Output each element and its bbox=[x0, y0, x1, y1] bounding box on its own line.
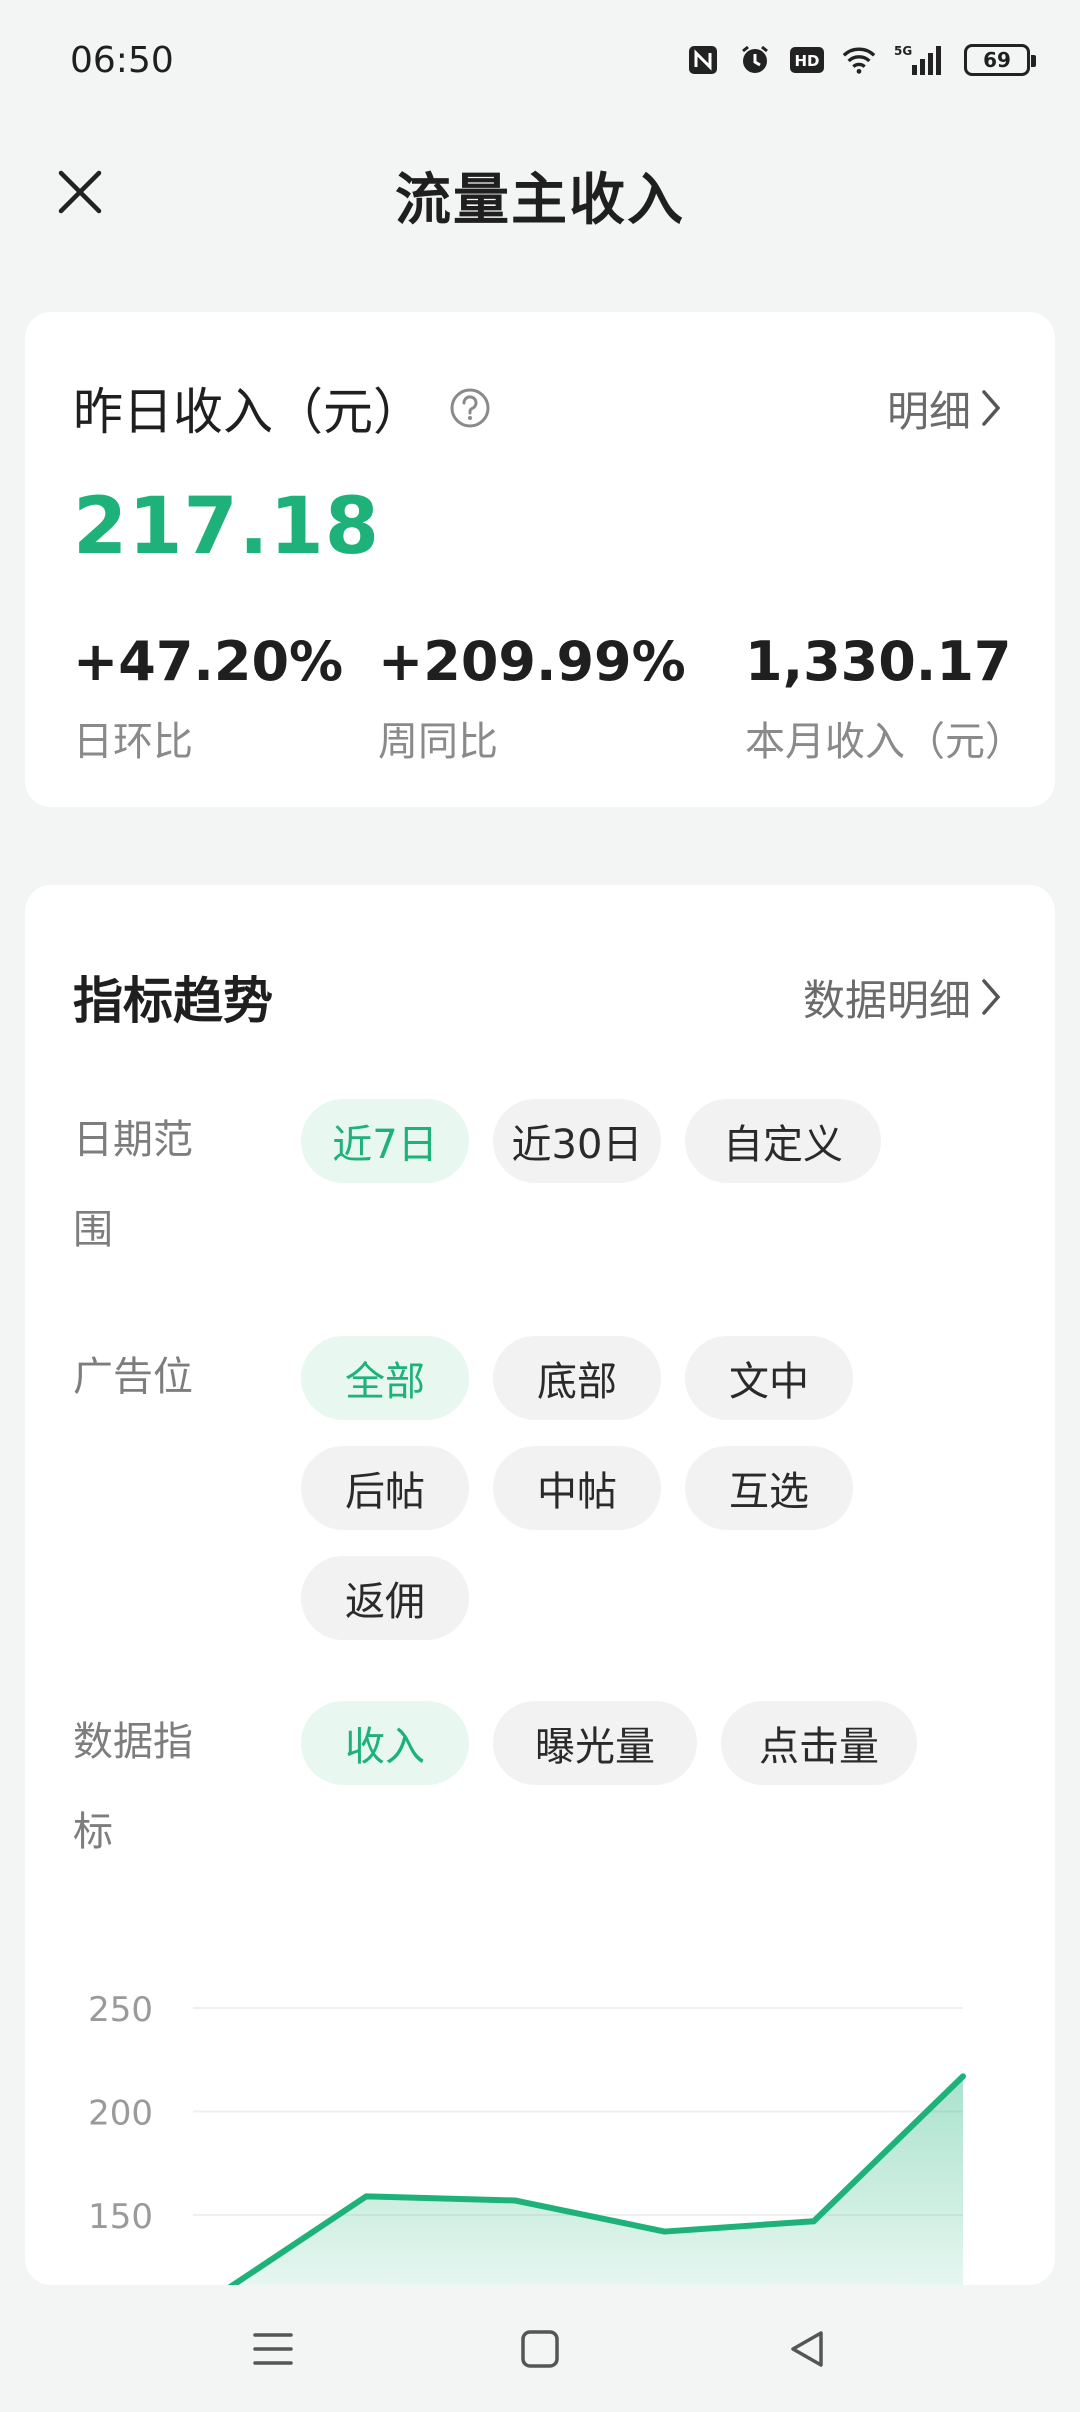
income-card: 昨日收入（元） 明细 217.18 +47.20% 日环比 +209.99% 周… bbox=[25, 312, 1055, 807]
stat-value: +209.99% bbox=[378, 630, 686, 693]
stat-week-over-week: +209.99% 周同比 bbox=[378, 630, 686, 767]
stat-value: +47.20% bbox=[73, 630, 344, 693]
close-icon bbox=[58, 170, 102, 214]
svg-text:5G: 5G bbox=[894, 44, 912, 58]
chip-income[interactable]: 收入 bbox=[301, 1701, 469, 1785]
status-bar: 06:50 HD 5G 69 bbox=[0, 0, 1080, 120]
chip-impressions[interactable]: 曝光量 bbox=[493, 1701, 697, 1785]
chip-custom[interactable]: 自定义 bbox=[685, 1099, 881, 1183]
chevron-right-icon bbox=[982, 979, 1001, 1015]
stat-label: 周同比 bbox=[378, 719, 498, 765]
y-tick-label: 250 bbox=[88, 1990, 153, 2030]
chip-rebate[interactable]: 返佣 bbox=[301, 1556, 469, 1640]
income-detail-link[interactable]: 明细 bbox=[887, 378, 1005, 439]
income-area bbox=[233, 2076, 963, 2285]
data-detail-label: 数据明细 bbox=[802, 975, 971, 1025]
chip-bottom[interactable]: 底部 bbox=[493, 1336, 661, 1420]
help-icon[interactable] bbox=[449, 387, 491, 429]
trend-title: 指标趋势 bbox=[73, 972, 273, 1030]
stat-label: 本月收入（元） bbox=[745, 719, 1025, 765]
data-point bbox=[363, 2193, 370, 2200]
stat-label: 日环比 bbox=[73, 719, 193, 765]
back-button[interactable] bbox=[767, 2309, 847, 2389]
trend-card: 指标趋势 数据明细 日期范围 近7日 近30日 自定义 广告位 全部 底部 文中… bbox=[25, 885, 1055, 2285]
close-button[interactable] bbox=[48, 160, 112, 224]
chip-mutual-select[interactable]: 互选 bbox=[685, 1446, 853, 1530]
back-icon bbox=[790, 2330, 823, 2367]
filter-date-range: 日期范围 近7日 近30日 自定义 bbox=[73, 1095, 1015, 1295]
filter-label-date-range: 日期范围 bbox=[73, 1117, 193, 1253]
income-header: 昨日收入（元） 明细 bbox=[73, 372, 1005, 444]
menu-icon bbox=[253, 2332, 294, 2365]
filter-label-ad-position: 广告位 bbox=[73, 1354, 193, 1400]
page-title: 流量主收入 bbox=[395, 167, 685, 233]
svg-text:HD: HD bbox=[794, 52, 819, 70]
income-value: 217.18 bbox=[73, 482, 380, 572]
status-icons: HD 5G 69 bbox=[686, 43, 1036, 77]
data-detail-link[interactable]: 数据明细 bbox=[803, 967, 1005, 1028]
hd-icon: HD bbox=[790, 43, 824, 77]
chip-all[interactable]: 全部 bbox=[301, 1336, 469, 1420]
wifi-icon bbox=[842, 43, 876, 77]
battery-icon: 69 bbox=[964, 44, 1036, 76]
chip-post-roll[interactable]: 后帖 bbox=[301, 1446, 469, 1530]
data-point bbox=[810, 2218, 817, 2225]
data-point bbox=[661, 2228, 668, 2235]
data-point bbox=[960, 2073, 966, 2080]
menu-button[interactable] bbox=[233, 2309, 313, 2389]
system-nav-bar bbox=[0, 2285, 1080, 2412]
app-header: 流量主收入 bbox=[0, 130, 1080, 260]
home-button[interactable] bbox=[500, 2309, 580, 2389]
stat-day-over-day: +47.20% 日环比 bbox=[73, 630, 343, 767]
y-tick-label: 150 bbox=[88, 2197, 153, 2237]
filter-data-metric: 数据指标 收入 曝光量 点击量 bbox=[73, 1697, 1015, 1897]
chip-in-text[interactable]: 文中 bbox=[685, 1336, 853, 1420]
stat-value: 1,330.17 bbox=[745, 630, 1012, 693]
stat-month-income: 1,330.17 本月收入（元） bbox=[745, 630, 1025, 767]
chip-last-30-days[interactable]: 近30日 bbox=[493, 1099, 661, 1183]
signal-5g-icon: 5G bbox=[894, 43, 946, 77]
filter-label-data-metric: 数据指标 bbox=[73, 1719, 193, 1855]
chip-last-7-days[interactable]: 近7日 bbox=[301, 1099, 469, 1183]
y-tick-label: 200 bbox=[88, 2094, 153, 2134]
status-time: 06:50 bbox=[70, 39, 174, 81]
income-title: 昨日收入（元） bbox=[73, 383, 423, 441]
nfc-icon bbox=[686, 43, 720, 77]
income-detail-label: 明细 bbox=[886, 386, 971, 436]
data-point bbox=[512, 2197, 519, 2204]
trend-header: 指标趋势 数据明细 bbox=[73, 961, 1005, 1033]
chip-clicks[interactable]: 点击量 bbox=[721, 1701, 917, 1785]
filter-ad-position: 广告位 全部 底部 文中 后帖 中帖 互选 返佣 bbox=[73, 1332, 1015, 1640]
chip-mid-roll[interactable]: 中帖 bbox=[493, 1446, 661, 1530]
home-icon bbox=[521, 2329, 559, 2368]
income-trend-chart: 250200150100 bbox=[88, 1990, 966, 2285]
chevron-right-icon bbox=[982, 390, 1001, 426]
alarm-icon bbox=[738, 43, 772, 77]
income-title-group: 昨日收入（元） bbox=[73, 372, 491, 444]
